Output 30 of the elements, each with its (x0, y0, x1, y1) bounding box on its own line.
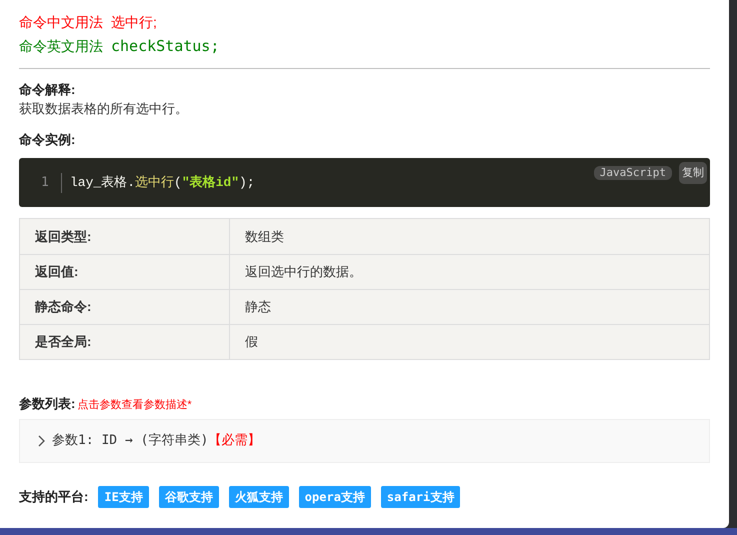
table-cell: 返回类型: (20, 219, 230, 254)
description-text: 获取数据表格的所有选中行。 (19, 100, 189, 118)
table-cell: 静态命令: (20, 290, 230, 324)
usage-label: 命令英文用法 (19, 37, 103, 56)
section-title: 参数列表: (19, 395, 76, 413)
usage-value: 选中行; (111, 13, 157, 32)
section-title: 命令实例: (19, 131, 76, 149)
platform-tag: IE支持 (98, 486, 149, 508)
platform-tag: safari支持 (380, 486, 460, 508)
line-number: 1 (41, 174, 50, 192)
usage-label: 命令中文用法 (19, 13, 103, 32)
section-title: 支持的平台: (19, 488, 88, 506)
platform-tag: 火狐支持 (228, 486, 289, 508)
platform-tag: opera支持 (298, 486, 371, 508)
table-cell-text: 假 (244, 333, 259, 352)
table-cell: 返回值: (20, 255, 230, 289)
chevron-right-icon (36, 434, 46, 446)
language-label: JavaScript (594, 166, 672, 180)
platform-tag: 谷歌支持 (158, 486, 219, 508)
usage-value: checkStatus; (111, 36, 220, 57)
table-cell-text: 数组类 (244, 228, 285, 246)
parameter-text: 参数1: ID → (字符串类)【必需】 (52, 432, 260, 450)
parameter-item[interactable]: 参数1: ID → (字符串类)【必需】 (19, 418, 710, 462)
section-title: 命令解释: (19, 81, 76, 99)
table-cell-text: 静态 (244, 298, 272, 316)
hint-text: 点击参数查看参数描述* (77, 398, 192, 413)
copy-button[interactable]: 复制 (679, 162, 707, 184)
code-line: lay_表格.选中行("表格id"); (70, 174, 255, 192)
table-cell: 是否全局: (20, 325, 230, 359)
table-cell-text: 返回选中行的数据。 (244, 263, 363, 282)
